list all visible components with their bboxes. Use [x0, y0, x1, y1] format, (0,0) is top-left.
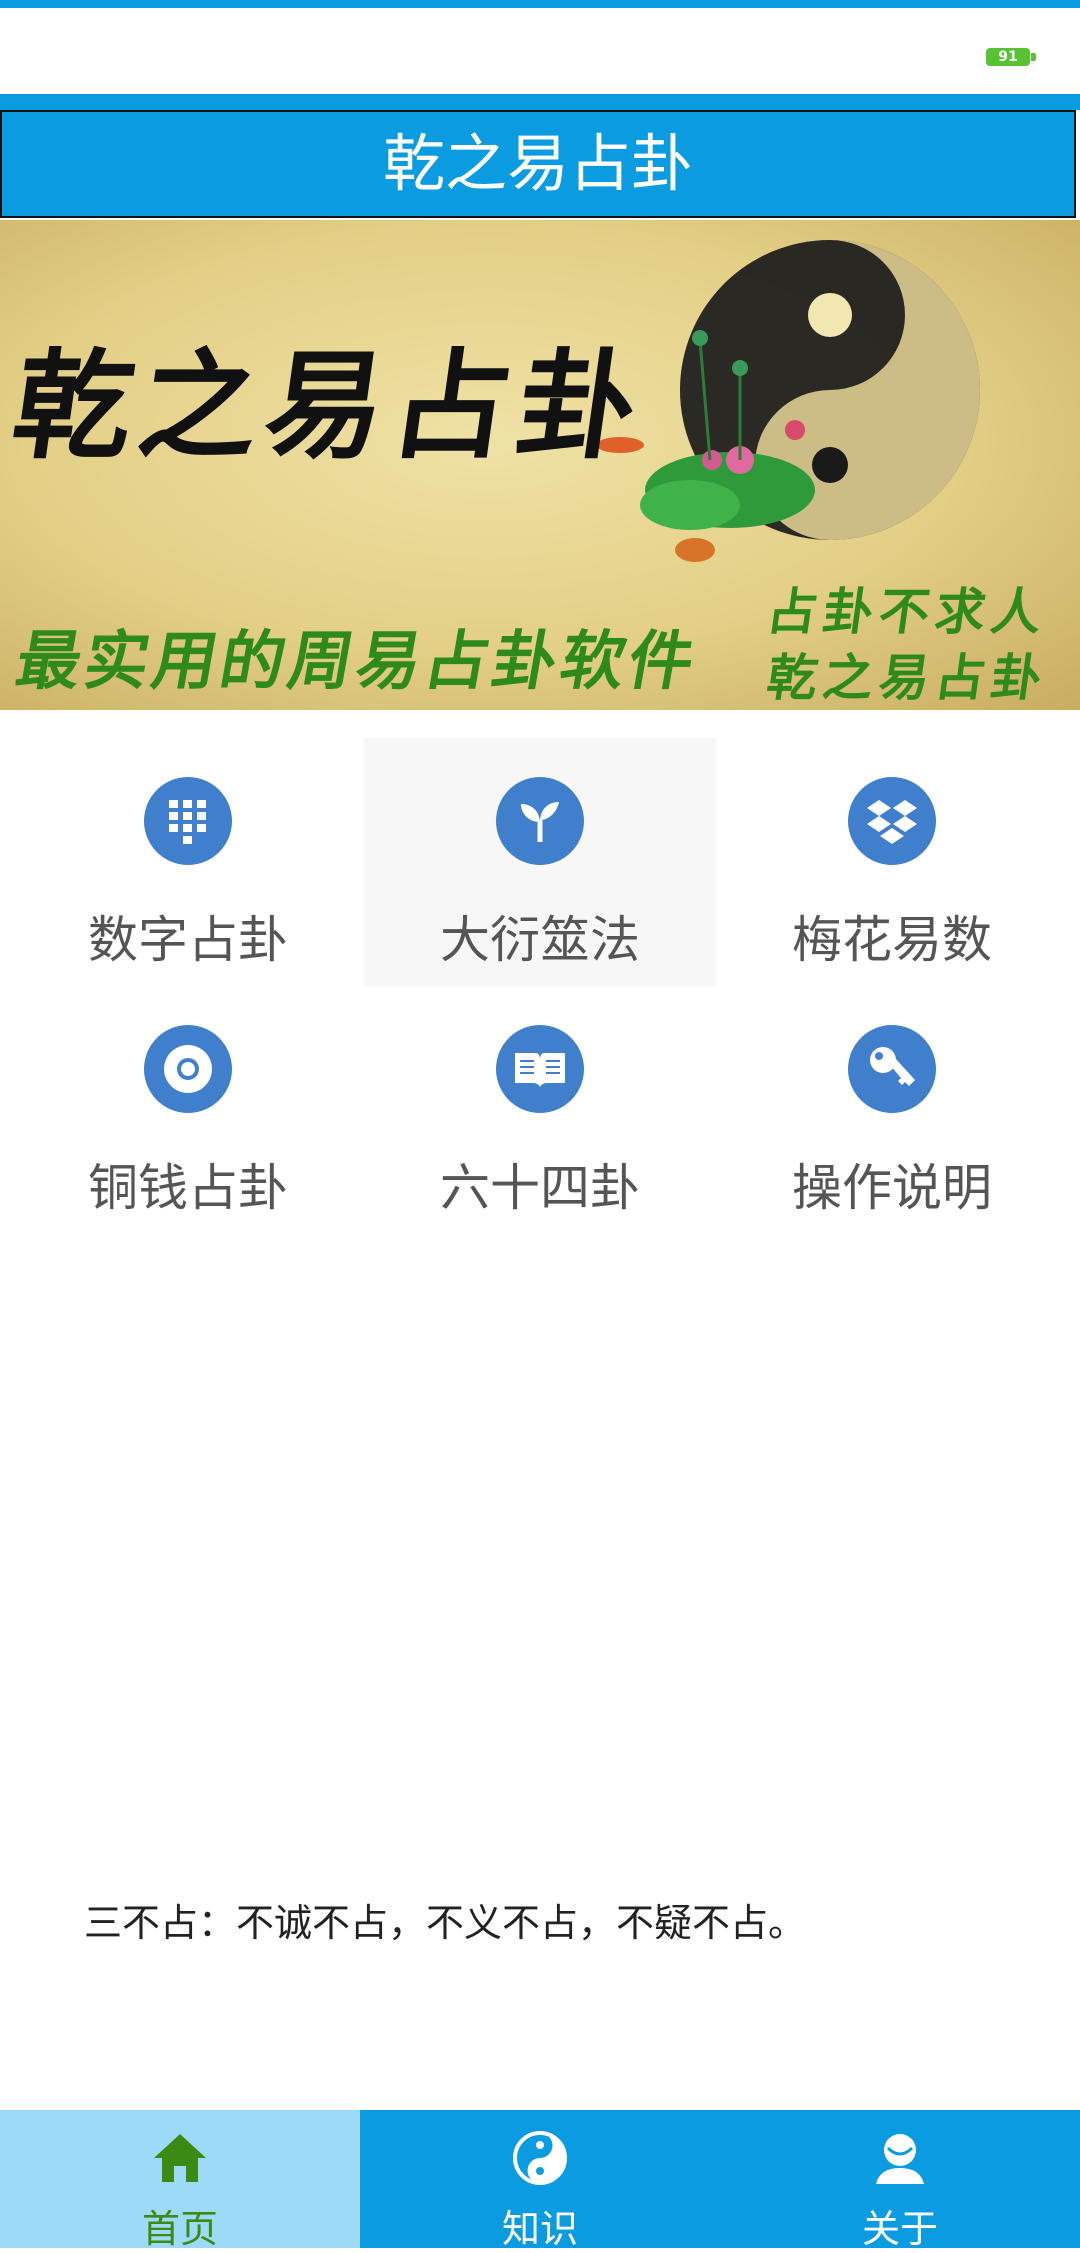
coin-icon [144, 1025, 232, 1113]
menu-item-label: 数字占卦 [88, 911, 288, 969]
bottom-tab-bar: 首页 知识 关于 [0, 2110, 1080, 2251]
sprout-icon [496, 777, 584, 865]
tab-label: 关于 [861, 2207, 938, 2251]
menu-item-coin-divination[interactable]: 铜钱占卦 [12, 986, 364, 1234]
book-icon [496, 1025, 584, 1113]
tab-home[interactable]: 首页 [0, 2110, 360, 2251]
tab-about[interactable]: 关于 [720, 2110, 1080, 2251]
banner-title: 乾之易占卦 [4, 336, 655, 475]
tab-label: 知识 [501, 2207, 578, 2251]
menu-item-instructions[interactable]: 操作说明 [716, 986, 1068, 1234]
yinyang-icon [513, 2131, 567, 2185]
status-bar: 91 [0, 8, 1080, 94]
key-icon [848, 1025, 936, 1113]
menu-item-dayan-method[interactable]: 大衍筮法 [364, 738, 716, 986]
tab-label: 首页 [141, 2207, 218, 2251]
tab-knowledge[interactable]: 知识 [360, 2110, 720, 2251]
menu-item-plum-blossom[interactable]: 梅花易数 [716, 738, 1068, 986]
banner-slogan-2: 乾之易占卦 [763, 648, 1052, 707]
menu-item-number-divination[interactable]: 数字占卦 [12, 738, 364, 986]
header-accent-bar [0, 94, 1080, 110]
menu-item-label: 六十四卦 [440, 1159, 640, 1217]
menu-item-label: 梅花易数 [792, 911, 992, 969]
three-rules-quote: 三不占：不诚不占，不义不占，不疑不占。 [84, 1901, 807, 1945]
menu-item-label: 铜钱占卦 [88, 1159, 288, 1217]
top-strip [0, 0, 1080, 8]
banner-image: 乾之易占卦 最实用的周易占卦软件 占卦不求人 乾之易占卦 [0, 220, 1080, 710]
menu-item-label: 操作说明 [792, 1159, 992, 1217]
battery-icon: 91 [986, 48, 1036, 66]
page-title: 乾之易占卦 [0, 110, 1076, 218]
home-icon [154, 2134, 206, 2182]
banner-slogan-1: 占卦不求人 [763, 582, 1052, 641]
user-icon [876, 2134, 924, 2184]
menu-item-sixty-four-hexagrams[interactable]: 六十四卦 [364, 986, 716, 1234]
dropbox-icon [848, 777, 936, 865]
menu-item-label: 大衍筮法 [440, 911, 640, 969]
keypad-icon [144, 777, 232, 865]
banner-subtitle: 最实用的周易占卦软件 [10, 624, 704, 699]
